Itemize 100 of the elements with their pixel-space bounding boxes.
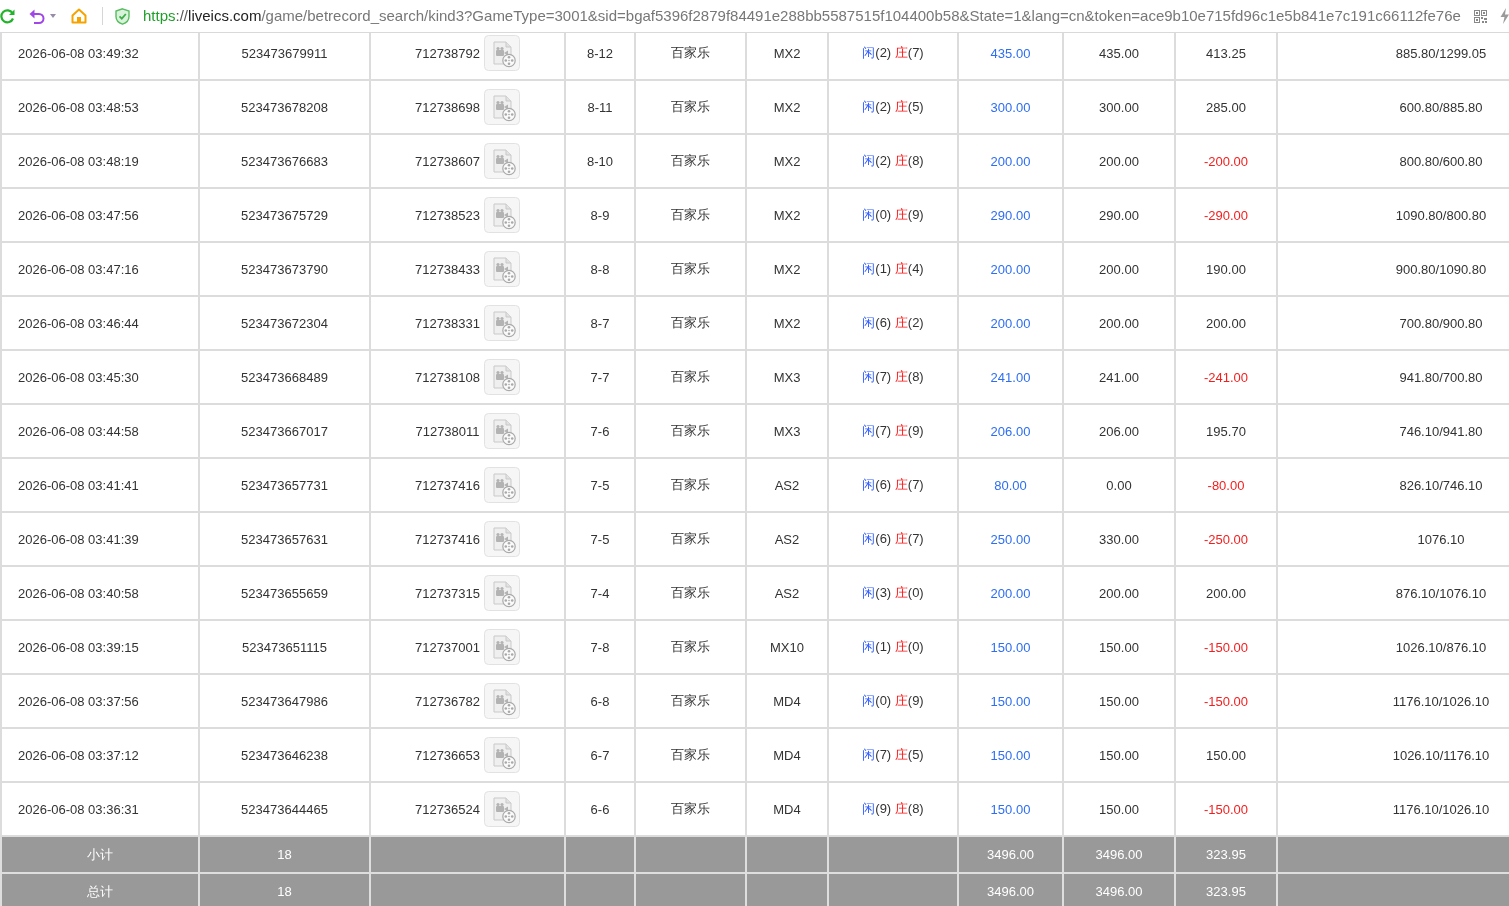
table-cell: -241.00	[1203, 369, 1249, 385]
table-cell: 1090.80/800.80	[1395, 207, 1487, 223]
table-cell: 百家乐	[671, 639, 710, 654]
table-cell: 2026-06-08 03:36:31	[18, 801, 139, 817]
video-file-icon[interactable]	[484, 737, 521, 773]
table-cell: 百家乐	[671, 369, 710, 384]
video-file-icon[interactable]	[484, 467, 521, 503]
table-cell: 200.00	[990, 315, 1031, 331]
table-cell: 1176.10/1026.10	[1392, 801, 1490, 817]
table-cell: 2026-06-08 03:48:19	[18, 153, 139, 169]
table-cell: 200.00	[1099, 585, 1139, 601]
table-cell: MX2	[773, 261, 801, 277]
shield-icon[interactable]	[115, 7, 130, 25]
table-cell: 8-8	[590, 261, 610, 277]
table-cell: 闲(6) 庄(7)	[862, 477, 924, 492]
table-cell: 712738011	[415, 423, 480, 439]
table-cell: 435.00	[1099, 45, 1139, 61]
caret-icon[interactable]	[50, 14, 56, 18]
table-cell: MD4	[773, 693, 801, 709]
table-cell: 523473657631	[241, 531, 328, 547]
table-cell: 2026-06-08 03:37:12	[18, 747, 139, 763]
address-field[interactable]: https://liveics.com/game/betrecord_search/kind3?GameType=3001&sid=bgaf5396f2879f84491e288bb5587515f104400b58&State=1&lang=cn&token=ace9b10e715fd96c1e5b841e7c191c66112fe76e	[143, 6, 1461, 26]
table-cell: 241.00	[1099, 369, 1139, 385]
table-cell: MX2	[773, 153, 801, 169]
table-cell: 2026-06-08 03:41:41	[18, 477, 139, 493]
home-icon[interactable]	[71, 8, 87, 24]
table-cell: 150.00	[1206, 747, 1246, 763]
video-file-icon[interactable]	[484, 143, 521, 179]
table-cell: 1176.10/1026.10	[1392, 693, 1490, 709]
qr-code-icon[interactable]	[1474, 9, 1487, 23]
table-cell: 826.10/746.10	[1399, 477, 1483, 493]
table-cell: 6-7	[590, 747, 610, 763]
table-cell: 712736524	[414, 801, 481, 817]
table-cell: 2026-06-08 03:40:58	[18, 585, 139, 601]
video-file-icon[interactable]	[483, 413, 520, 449]
table-cell: 712738607	[414, 153, 481, 169]
table-cell: -200.00	[1203, 153, 1249, 169]
video-file-icon[interactable]	[484, 521, 521, 557]
table-cell: 闲(2) 庄(5)	[862, 99, 924, 114]
undo-icon[interactable]	[29, 8, 45, 24]
video-file-icon[interactable]	[484, 251, 521, 287]
table-cell: 285.00	[1206, 99, 1246, 115]
table-cell: 80.00	[994, 477, 1027, 493]
table-cell: 百家乐	[671, 585, 710, 600]
table-cell: 712738523	[414, 207, 481, 223]
table-cell: 523473676683	[241, 153, 328, 169]
table-cell: 523473651115	[242, 639, 327, 655]
table-cell: 闲(6) 庄(2)	[862, 315, 924, 330]
table-cell: 闲(7) 庄(8)	[862, 369, 924, 384]
table-cell: 8-12	[587, 45, 613, 61]
video-file-icon[interactable]	[484, 35, 521, 71]
table-cell: AS2	[774, 531, 800, 547]
table-cell: 百家乐	[671, 693, 710, 708]
table-cell: 2026-06-08 03:37:56	[18, 693, 139, 709]
table-cell: 200.00	[1099, 261, 1139, 277]
reload-icon[interactable]	[0, 8, 15, 24]
table-cell: 200.00	[990, 153, 1031, 169]
video-file-icon[interactable]	[484, 791, 521, 827]
table-cell: -250.00	[1203, 531, 1249, 547]
video-file-icon[interactable]	[484, 89, 521, 125]
table-cell: 712736782	[414, 693, 481, 709]
video-file-icon[interactable]	[484, 305, 521, 341]
table-cell: 150.00	[1099, 801, 1139, 817]
table-cell: 1026.10/1176.10	[1392, 747, 1490, 763]
table-cell: 18	[277, 884, 292, 899]
table-cell: -150.00	[1203, 693, 1249, 709]
table-cell: 206.00	[990, 423, 1031, 439]
table-cell: 3496.00	[1095, 884, 1143, 899]
table-cell: 523473667017	[241, 423, 328, 439]
table-cell: 523473673790	[241, 261, 328, 277]
table-cell: 600.80/885.80	[1399, 99, 1483, 115]
table-cell: 241.00	[990, 369, 1031, 385]
table-cell: 2026-06-08 03:48:53	[18, 99, 139, 115]
table-cell: 7-5	[590, 477, 610, 493]
video-file-icon[interactable]	[484, 575, 521, 611]
video-file-icon[interactable]	[484, 683, 521, 719]
table-cell: 7-8	[590, 639, 610, 655]
table-cell: 百家乐	[671, 207, 710, 222]
table-cell: MX2	[773, 45, 801, 61]
video-file-icon[interactable]	[484, 629, 521, 665]
table-cell: 闲(7) 庄(5)	[862, 747, 924, 762]
table-cell: 2026-06-08 03:49:32	[18, 45, 139, 61]
video-file-icon[interactable]	[484, 197, 521, 233]
table-cell: 200.00	[1206, 315, 1246, 331]
table-cell: 2026-06-08 03:47:16	[18, 261, 139, 277]
table-cell: 百家乐	[671, 315, 710, 330]
table-cell: 8-7	[590, 315, 610, 331]
table-cell: 712737416	[414, 477, 481, 493]
table-cell: 1026.10/876.10	[1395, 639, 1487, 655]
video-file-icon[interactable]	[484, 359, 521, 395]
table-cell: 941.80/700.80	[1399, 369, 1483, 385]
table-cell: MX3	[773, 423, 801, 439]
table-cell: MX2	[773, 207, 801, 223]
table-cell: 8-9	[590, 207, 610, 223]
table-cell: 290.00	[990, 207, 1031, 223]
table-cell: 712738433	[414, 261, 481, 277]
lightning-icon[interactable]	[1500, 8, 1509, 24]
table-cell: 7-6	[590, 423, 610, 439]
table-cell: MD4	[773, 801, 801, 817]
table-cell: 闲(2) 庄(8)	[862, 153, 924, 168]
